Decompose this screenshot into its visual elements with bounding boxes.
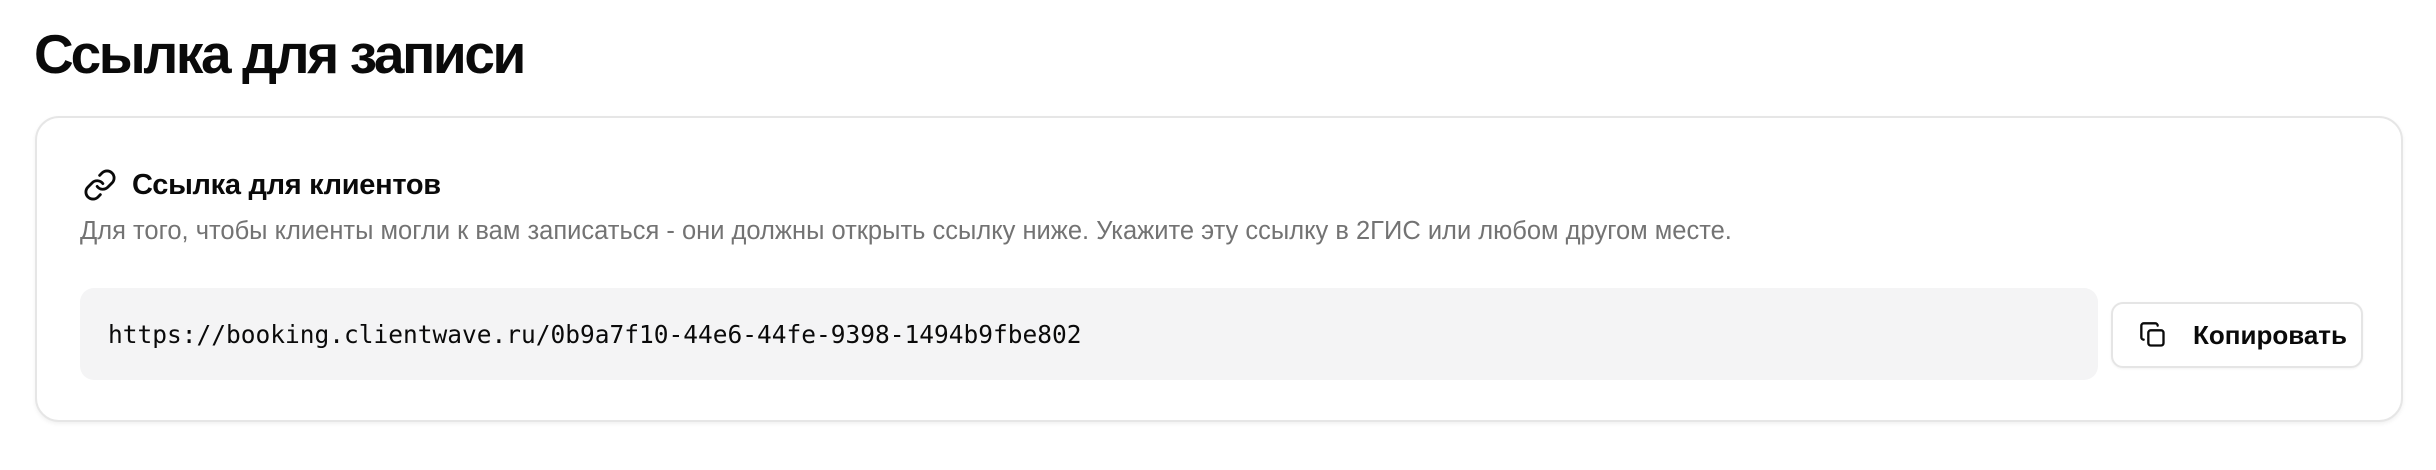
copy-button[interactable]: Копировать bbox=[2111, 302, 2363, 368]
copy-button-label: Копировать bbox=[2193, 319, 2348, 350]
card-description: Для того, чтобы клиенты могли к вам запи… bbox=[80, 217, 1732, 245]
card-title: Ссылка для клиентов bbox=[132, 168, 441, 201]
copy-icon bbox=[2137, 319, 2169, 351]
link-icon bbox=[80, 165, 120, 205]
card-header: Ссылка для клиентов bbox=[80, 162, 441, 208]
booking-link-card: Ссылка для клиентов Для того, чтобы клие… bbox=[35, 116, 2403, 422]
booking-url-text[interactable]: https://booking.clientwave.ru/0b9a7f10-4… bbox=[108, 320, 1082, 349]
booking-url-field[interactable]: https://booking.clientwave.ru/0b9a7f10-4… bbox=[80, 288, 2098, 380]
page-title: Ссылка для записи bbox=[34, 23, 526, 85]
page: Ссылка для записи Ссылка для клиентов Дл… bbox=[0, 0, 2436, 470]
